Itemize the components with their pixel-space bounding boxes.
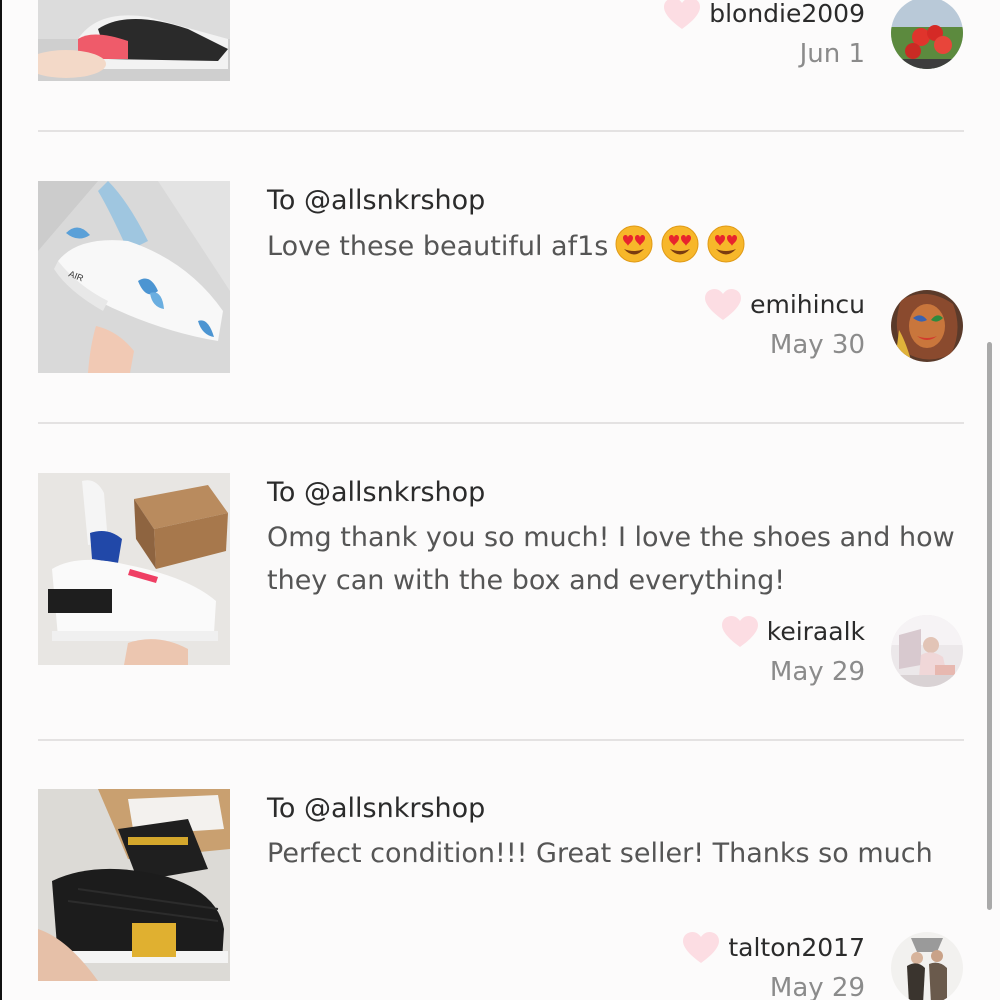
reviewer-username[interactable]: blondie2009 bbox=[709, 0, 865, 28]
review-item: To @allsnkrshop Omg thank you so much! I… bbox=[0, 425, 1000, 740]
review-message: Omg thank you so much! I love the shoes … bbox=[267, 522, 955, 596]
reviews-page: blondie2009 Jun 1 AIR To @allsnkrshop Lo… bbox=[0, 0, 1000, 1000]
review-photo[interactable] bbox=[38, 789, 230, 981]
review-item: AIR To @allsnkrshop Love these beautiful… bbox=[0, 133, 1000, 423]
review-divider bbox=[38, 130, 964, 132]
review-photo[interactable] bbox=[38, 473, 230, 665]
heart-icon[interactable] bbox=[721, 615, 759, 649]
review-date: Jun 1 bbox=[799, 39, 865, 69]
reviewer-avatar[interactable] bbox=[891, 290, 963, 362]
review-message: Love these beautiful af1s bbox=[267, 224, 957, 268]
review-photo[interactable]: AIR bbox=[38, 181, 230, 373]
reviewer-username[interactable]: keiraalk bbox=[767, 617, 865, 646]
reviewer-username[interactable]: emihincu bbox=[750, 290, 865, 319]
review-date: May 30 bbox=[769, 330, 865, 360]
review-photo[interactable] bbox=[38, 0, 230, 81]
review-recipient[interactable]: To @allsnkrshop bbox=[267, 475, 485, 511]
review-message-text: Love these beautiful af1s bbox=[267, 231, 609, 262]
reviewer-username[interactable]: talton2017 bbox=[728, 933, 865, 962]
heart-eyes-emoji bbox=[706, 224, 746, 264]
review-recipient[interactable]: To @allsnkrshop bbox=[267, 791, 485, 827]
review-meta: emihincu May 30 bbox=[704, 287, 865, 365]
review-meta: talton2017 May 29 bbox=[682, 930, 865, 1000]
scrollbar[interactable] bbox=[987, 342, 992, 910]
heart-icon[interactable] bbox=[663, 0, 701, 31]
review-divider bbox=[38, 422, 964, 424]
review-item: To @allsnkrshop Perfect condition!!! Gre… bbox=[0, 741, 1000, 1000]
heart-eyes-emoji bbox=[614, 224, 654, 264]
review-date: May 29 bbox=[769, 657, 865, 687]
review-meta: keiraalk May 29 bbox=[721, 614, 865, 692]
review-recipient[interactable]: To @allsnkrshop bbox=[267, 183, 485, 219]
heart-icon[interactable] bbox=[682, 931, 720, 965]
review-message: Perfect condition!!! Great seller! Thank… bbox=[267, 838, 933, 869]
reviewer-avatar[interactable] bbox=[891, 615, 963, 687]
review-date: May 29 bbox=[769, 973, 865, 1000]
review-meta: blondie2009 Jun 1 bbox=[663, 0, 865, 74]
reviewer-avatar[interactable] bbox=[891, 0, 963, 69]
review-item: blondie2009 Jun 1 bbox=[0, 0, 1000, 130]
reviewer-avatar[interactable] bbox=[891, 932, 963, 1000]
heart-eyes-emoji bbox=[660, 224, 700, 264]
heart-icon[interactable] bbox=[704, 288, 742, 322]
